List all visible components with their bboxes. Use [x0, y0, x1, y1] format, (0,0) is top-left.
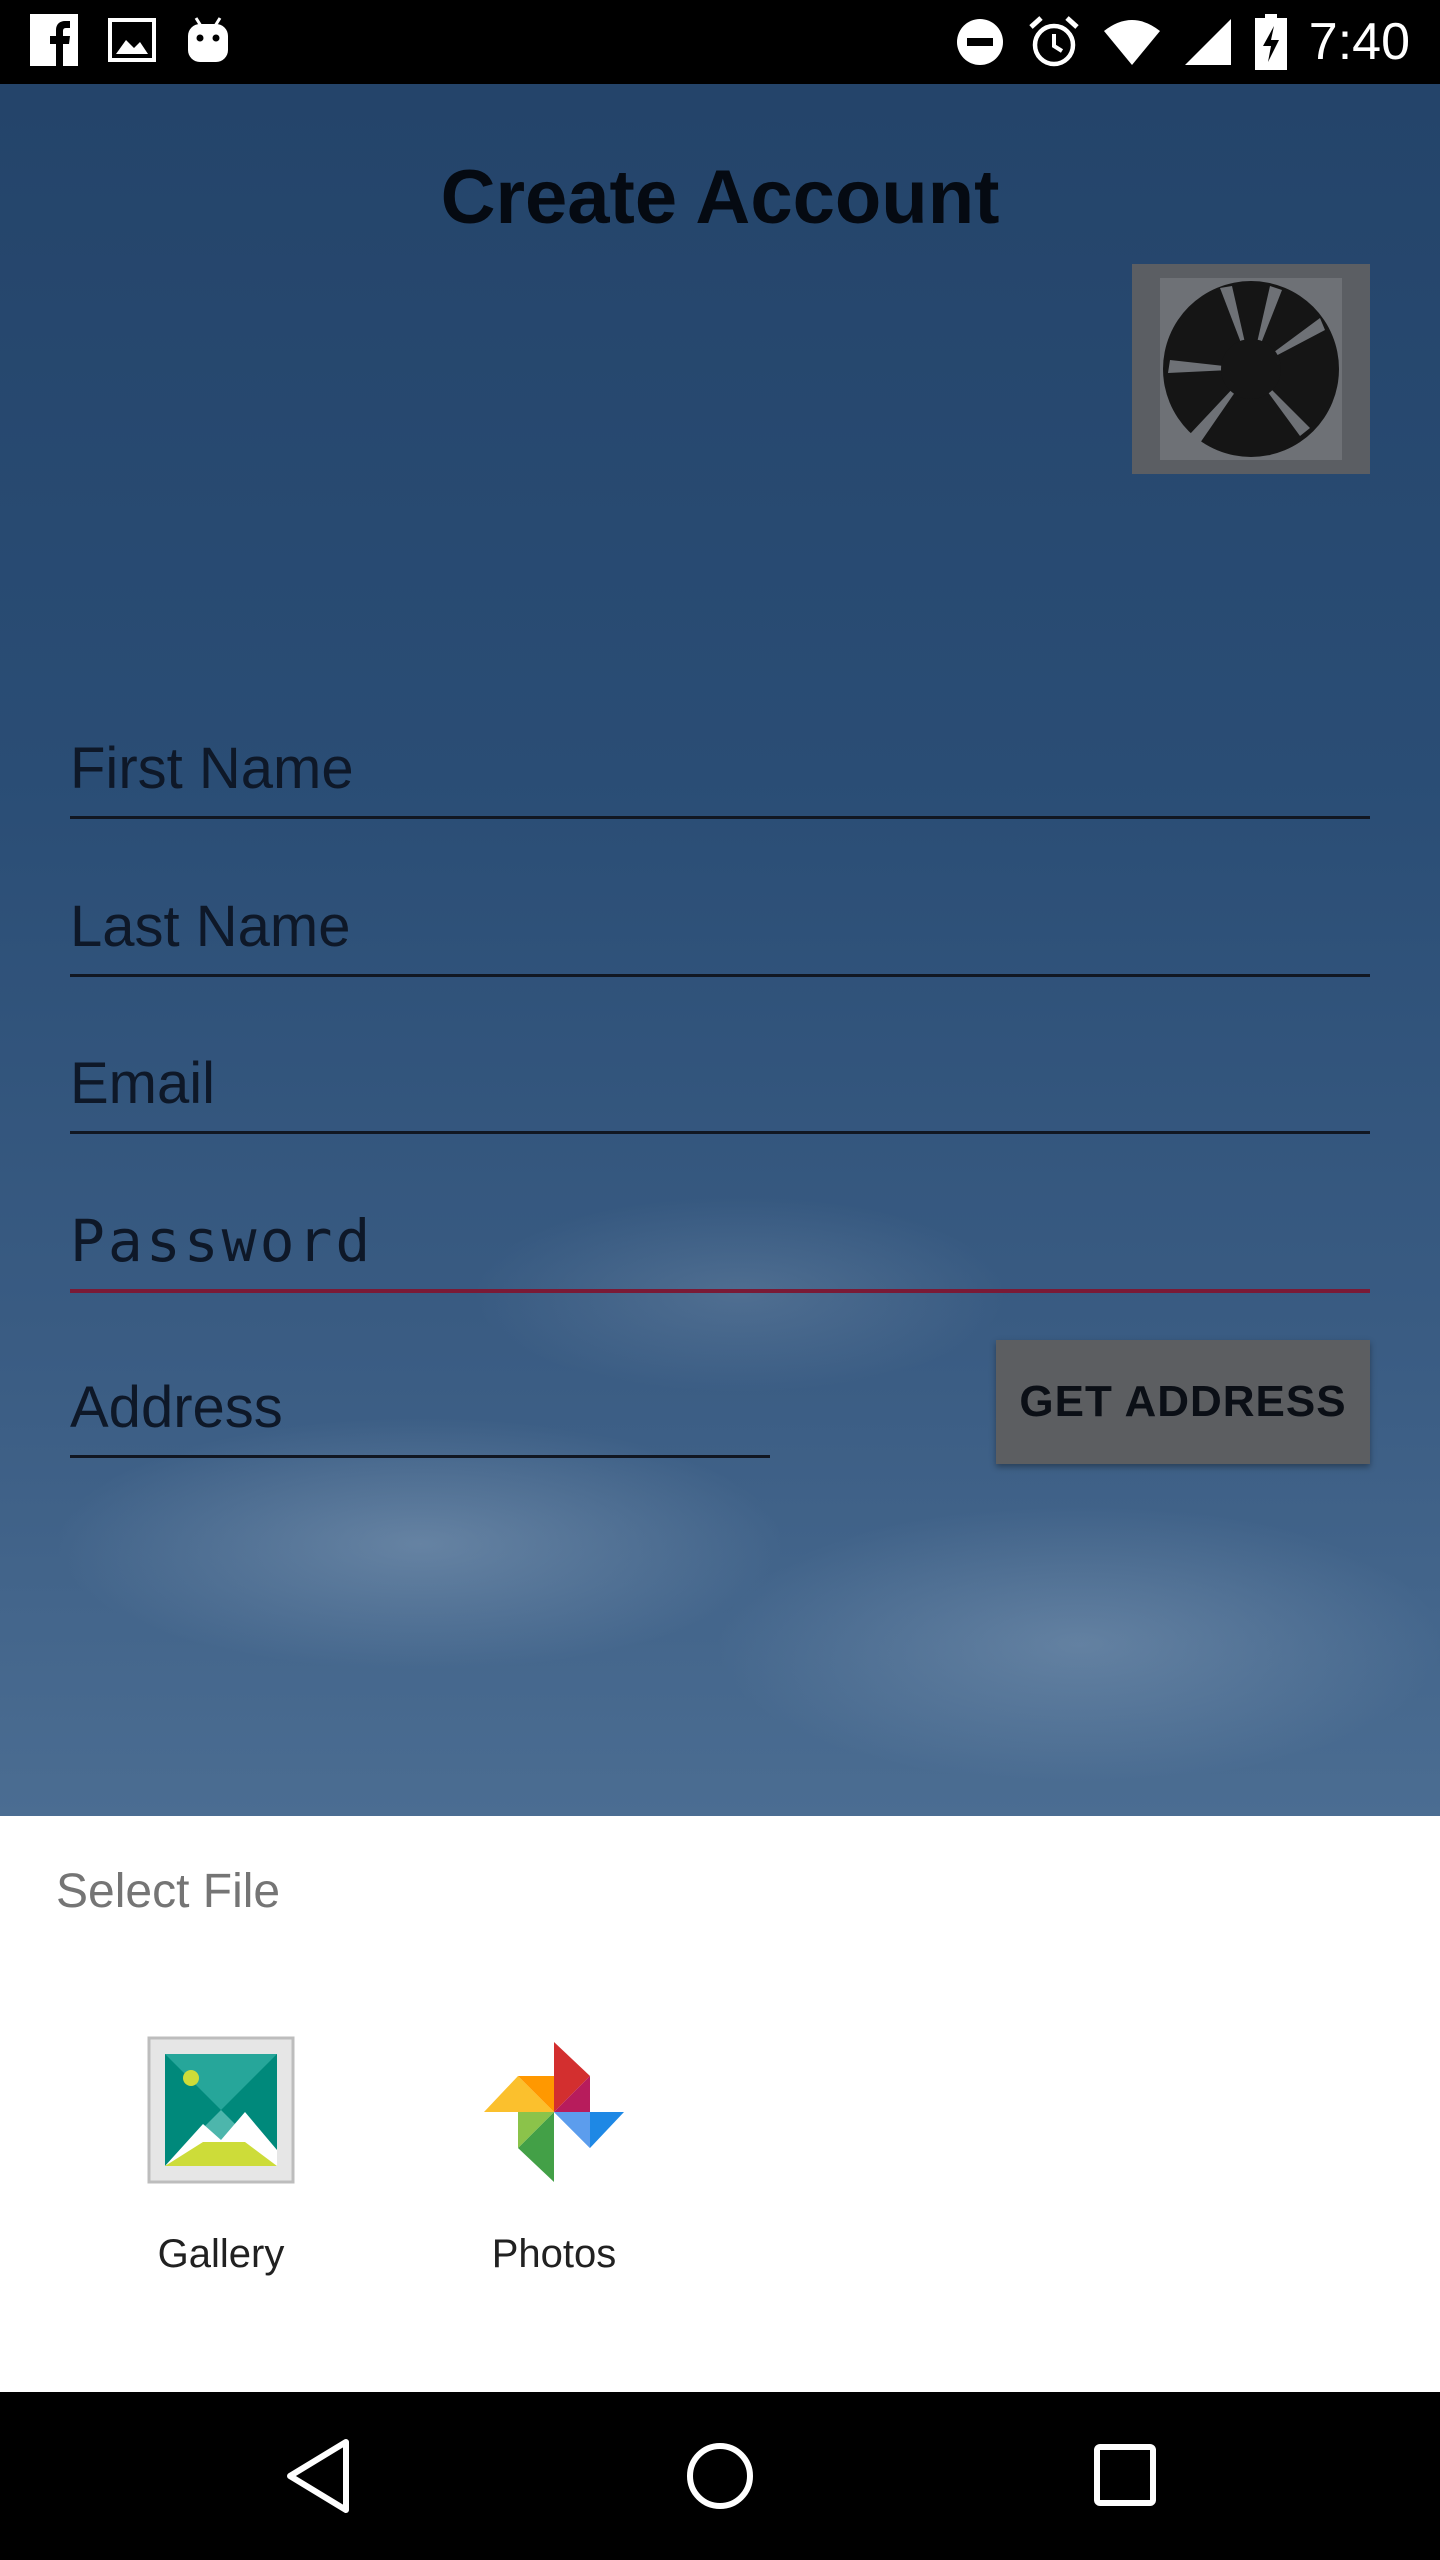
- select-file-sheet: Select File Gallery Photos: [0, 1816, 1440, 2392]
- back-icon[interactable]: [282, 2436, 354, 2516]
- status-right-icons: 7:40: [955, 10, 1410, 74]
- photos-label: Photos: [491, 2232, 617, 2276]
- sheet-title: Select File: [56, 1865, 281, 1918]
- page-title: Create Account: [440, 155, 1000, 240]
- alarm-icon: [1029, 16, 1079, 67]
- password-field[interactable]: Password: [70, 1199, 1370, 1293]
- first-name-field[interactable]: First Name: [70, 726, 1370, 819]
- battery-charging-icon: [1254, 14, 1287, 70]
- camera-button[interactable]: [1132, 264, 1370, 474]
- signal-icon: [1184, 19, 1231, 65]
- status-bar: 7:40: [0, 0, 1440, 84]
- home-icon[interactable]: [686, 2442, 754, 2510]
- gallery-label: Gallery: [157, 2232, 285, 2276]
- email-placeholder: Email: [70, 1051, 216, 1116]
- android-icon: [188, 17, 228, 62]
- password-placeholder: Password: [70, 1207, 374, 1275]
- create-account-screen: Create Account First Name Last Name Emai…: [0, 84, 1440, 1816]
- photos-icon: [474, 2032, 634, 2192]
- facebook-icon: [30, 14, 78, 66]
- address-field[interactable]: Address: [70, 1365, 770, 1458]
- gallery-option[interactable]: Gallery: [101, 2032, 341, 2277]
- last-name-placeholder: Last Name: [70, 894, 351, 959]
- navigation-bar: [0, 2392, 1440, 2560]
- get-address-button[interactable]: GET ADDRESS: [996, 1340, 1370, 1464]
- camera-shutter-icon: [1163, 281, 1339, 457]
- email-field[interactable]: Email: [70, 1041, 1370, 1134]
- photos-option[interactable]: Photos: [434, 2032, 674, 2277]
- status-time: 7:40: [1308, 13, 1410, 71]
- status-left-icons: [30, 14, 230, 66]
- recents-icon[interactable]: [1094, 2444, 1156, 2506]
- camera-icon-frame: [1160, 278, 1342, 460]
- last-name-field[interactable]: Last Name: [70, 884, 1370, 977]
- do-not-disturb-icon: [956, 19, 1003, 65]
- gallery-icon: [141, 2032, 301, 2192]
- first-name-placeholder: First Name: [70, 736, 354, 801]
- address-placeholder: Address: [70, 1375, 283, 1440]
- wifi-icon: [1103, 20, 1160, 65]
- image-icon: [108, 18, 156, 62]
